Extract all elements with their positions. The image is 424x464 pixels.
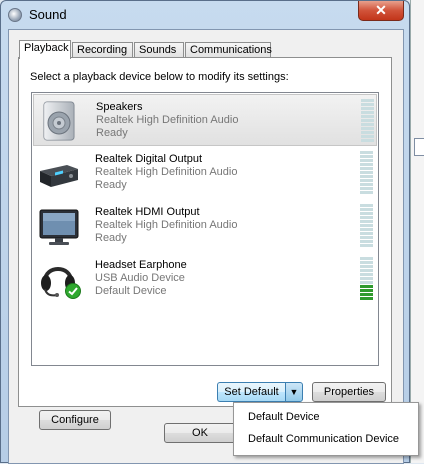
set-default-button[interactable]: Set Default (217, 382, 285, 402)
set-default-menu: Default Device Default Communication Dev… (233, 402, 419, 456)
level-meter (360, 204, 373, 248)
properties-button[interactable]: Properties (312, 382, 386, 402)
device-row-hdmi-output[interactable]: Realtek HDMI Output Realtek High Definit… (33, 200, 377, 252)
device-name: Headset Earphone (95, 259, 187, 271)
title-bar[interactable]: Sound ✕ (1, 1, 409, 29)
device-name: Realtek HDMI Output (95, 206, 200, 218)
instruction-text: Select a playback device below to modify… (30, 71, 289, 83)
device-driver: USB Audio Device (95, 272, 185, 284)
device-name: Speakers (96, 101, 143, 113)
digital-output-icon (37, 151, 81, 195)
menu-item-default-device[interactable]: Default Device (248, 411, 320, 423)
chevron-down-icon: ▼ (289, 387, 299, 397)
device-row-headset-earphone[interactable]: Headset Earphone USB Audio Device Defaul… (33, 253, 377, 305)
background-window-edge (410, 0, 424, 463)
level-meter (361, 99, 374, 143)
tab-sounds[interactable]: Sounds (134, 42, 184, 58)
sound-app-icon (8, 8, 22, 22)
tab-playback[interactable]: Playback (19, 40, 71, 59)
device-driver: Realtek High Definition Audio (95, 219, 238, 231)
device-status: Ready (96, 127, 128, 139)
ok-button[interactable]: OK (164, 423, 236, 443)
level-meter (360, 151, 373, 195)
close-button[interactable]: ✕ (358, 1, 404, 21)
hdmi-monitor-icon (37, 204, 81, 248)
device-status: Ready (95, 232, 127, 244)
speaker-icon (38, 99, 82, 143)
properties-label: Properties (323, 386, 375, 398)
default-check-icon (65, 283, 81, 299)
playback-panel: Select a playback device below to modify… (18, 57, 392, 430)
device-status: Ready (95, 179, 127, 191)
ok-label: OK (192, 427, 208, 439)
device-row-speakers[interactable]: Speakers Realtek High Definition Audio R… (33, 94, 377, 146)
device-driver: Realtek High Definition Audio (96, 114, 239, 126)
device-name: Realtek Digital Output (95, 153, 202, 165)
sound-dialog-window: Sound ✕ Playback Recording Sounds Commun… (0, 0, 410, 464)
configure-label: Configure (51, 414, 99, 426)
background-window-fragment (414, 138, 424, 156)
set-default-label: Set Default (224, 386, 279, 398)
device-row-digital-output[interactable]: Realtek Digital Output Realtek High Defi… (33, 147, 377, 199)
dialog-client-area: Playback Recording Sounds Communications… (8, 29, 404, 464)
device-list[interactable]: Speakers Realtek High Definition Audio R… (31, 92, 379, 366)
tab-communications[interactable]: Communications (185, 42, 272, 58)
window-title: Sound (29, 7, 67, 22)
device-status: Default Device (95, 285, 167, 297)
set-default-dropdown-arrow[interactable]: ▼ (285, 382, 303, 402)
menu-item-default-communication-device[interactable]: Default Communication Device (248, 433, 399, 445)
tab-recording[interactable]: Recording (72, 42, 133, 58)
device-driver: Realtek High Definition Audio (95, 166, 238, 178)
configure-button[interactable]: Configure (39, 410, 111, 430)
level-meter (360, 257, 373, 301)
